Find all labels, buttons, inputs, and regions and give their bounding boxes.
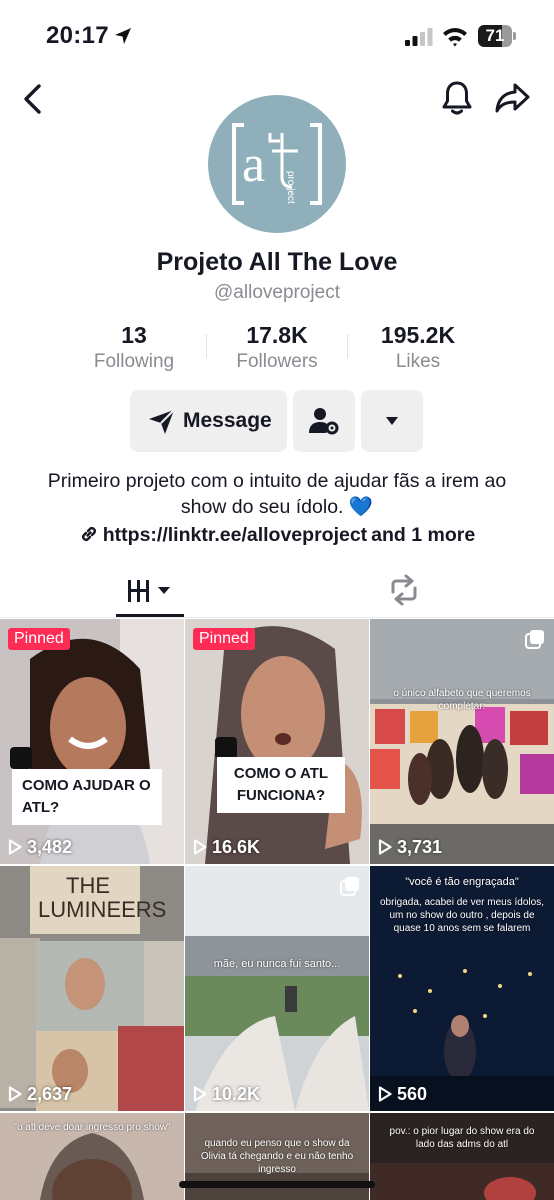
more-options-button[interactable] xyxy=(361,390,423,452)
album-title: THE LUMINEERS xyxy=(38,873,167,922)
stat-following[interactable]: 13 Following xyxy=(64,322,204,373)
tabs-divider xyxy=(0,617,554,618)
view-count: 3,731 xyxy=(378,837,442,858)
tiktok-logo-icon xyxy=(215,737,237,759)
play-icon xyxy=(8,839,22,855)
video-tile[interactable]: o único alfabeto que queremos completar:… xyxy=(370,619,554,864)
pinned-badge: Pinned xyxy=(8,628,70,650)
battery-level: 71 xyxy=(485,26,505,45)
pinned-badge: Pinned xyxy=(193,628,255,650)
video-tile[interactable]: "você é tão engraçada" obrigada, acabei … xyxy=(370,866,554,1111)
back-chevron-icon[interactable] xyxy=(20,82,46,116)
likes-count: 195.2K xyxy=(380,322,456,348)
view-count: 560 xyxy=(378,1084,427,1105)
tiktok-logo-icon xyxy=(10,747,32,769)
view-count: 2,637 xyxy=(8,1084,72,1105)
video-overlay-text: pov.: o pior lugar do show era do lado d… xyxy=(389,1126,535,1150)
atl-project-logo-icon: a pro ject xyxy=(232,123,322,205)
play-icon xyxy=(8,1086,22,1102)
add-friend-button[interactable] xyxy=(293,390,355,452)
status-time: 20:17 xyxy=(46,22,109,49)
video-tile[interactable]: mãe, eu nunca fui santo... 10.2K xyxy=(185,866,369,1111)
play-icon xyxy=(193,1086,207,1102)
send-icon xyxy=(149,409,175,434)
view-count: 3,482 xyxy=(8,837,72,858)
battery-icon: 71 xyxy=(478,25,516,47)
view-count-text: 560 xyxy=(397,1084,428,1104)
notification-bell-icon[interactable] xyxy=(440,79,474,117)
bio-body: Primeiro projeto com o intuito de ajudar… xyxy=(47,470,507,518)
cellular-signal-icon xyxy=(405,28,433,46)
video-overlay-text: mãe, eu nunca fui santo... xyxy=(213,958,341,970)
video-thumbnail xyxy=(185,866,369,1111)
bio-link-row[interactable]: https://linktr.ee/alloveproject and 1 mor… xyxy=(0,524,554,547)
status-bar: 20:17 71 xyxy=(0,0,554,72)
bio-link[interactable]: https://linktr.ee/alloveproject xyxy=(103,524,367,546)
display-name: Projeto All The Love xyxy=(156,248,398,276)
photo-carousel-icon xyxy=(525,630,544,649)
avatar[interactable]: a pro ject xyxy=(208,95,346,233)
view-count-text: 3,482 xyxy=(27,837,73,857)
following-count: 13 xyxy=(121,322,147,348)
video-tile[interactable]: "o atl deve doar ingresso pro show" xyxy=(0,1113,184,1200)
likes-label: Likes xyxy=(395,351,441,372)
play-icon xyxy=(193,839,207,855)
photo-carousel-icon xyxy=(340,877,359,896)
video-overlay-text: "o atl deve doar ingresso pro show" xyxy=(13,1122,171,1133)
video-thumbnail xyxy=(0,619,184,864)
video-thumbnail xyxy=(185,619,369,864)
message-button-label: Message xyxy=(183,409,272,432)
wifi-icon xyxy=(443,28,467,47)
blue-heart-emoji: 💙 xyxy=(348,496,374,518)
video-overlay-text: quando eu penso que o show da Olivia tá … xyxy=(200,1138,354,1175)
view-count-text: 3,731 xyxy=(397,837,443,857)
view-count: 10.2K xyxy=(193,1084,260,1105)
bio-link-more[interactable]: and 1 more xyxy=(371,524,475,546)
following-label: Following xyxy=(93,351,175,372)
user-settings-icon xyxy=(309,408,339,435)
share-arrow-icon[interactable] xyxy=(494,80,532,116)
video-tile[interactable]: COMO O ATL FUNCIONA? Pinned 16.6K xyxy=(185,619,369,864)
tab-videos[interactable] xyxy=(116,570,186,618)
stat-followers[interactable]: 17.8K Followers xyxy=(207,322,347,373)
view-count: 16.6K xyxy=(193,837,260,858)
grid-icon xyxy=(128,580,170,602)
username: @alloveproject xyxy=(214,282,340,303)
message-button[interactable]: Message xyxy=(130,390,287,452)
view-count-text: 2,637 xyxy=(27,1084,73,1104)
location-arrow-icon xyxy=(115,28,131,44)
followers-count: 17.8K xyxy=(246,322,308,348)
home-indicator[interactable] xyxy=(179,1181,375,1188)
caret-down-icon xyxy=(386,417,398,425)
video-tile[interactable]: pov.: o pior lugar do show era do lado d… xyxy=(370,1113,554,1200)
avatar-letter: a xyxy=(242,136,265,193)
view-count-text: 10.2K xyxy=(212,1084,261,1104)
video-tile[interactable]: COMO AJUDAR O ATL? Pinned 3,482 xyxy=(0,619,184,864)
avatar-subtext: pro ject xyxy=(285,171,296,204)
video-overlay-text: o único alfabeto que queremos completar: xyxy=(393,688,531,712)
followers-label: Followers xyxy=(236,351,318,372)
link-icon xyxy=(81,527,96,541)
play-icon xyxy=(378,1086,392,1102)
video-thumbnail xyxy=(370,619,554,864)
repost-icon[interactable] xyxy=(386,574,422,606)
video-caption: COMO AJUDAR O ATL? xyxy=(12,769,162,825)
view-count-text: 16.6K xyxy=(212,837,261,857)
video-tile[interactable]: THE LUMINEERS 2,637 xyxy=(0,866,184,1111)
video-overlay-title: "você é tão engraçada" xyxy=(405,876,519,888)
bio-text: Primeiro projeto com o intuito de ajudar… xyxy=(40,468,514,520)
stat-likes[interactable]: 195.2K Likes xyxy=(348,322,488,373)
video-caption: COMO O ATL FUNCIONA? xyxy=(217,757,345,813)
video-overlay-text: obrigada, acabei de ver meus ídolos, um … xyxy=(380,897,544,934)
play-icon xyxy=(378,839,392,855)
